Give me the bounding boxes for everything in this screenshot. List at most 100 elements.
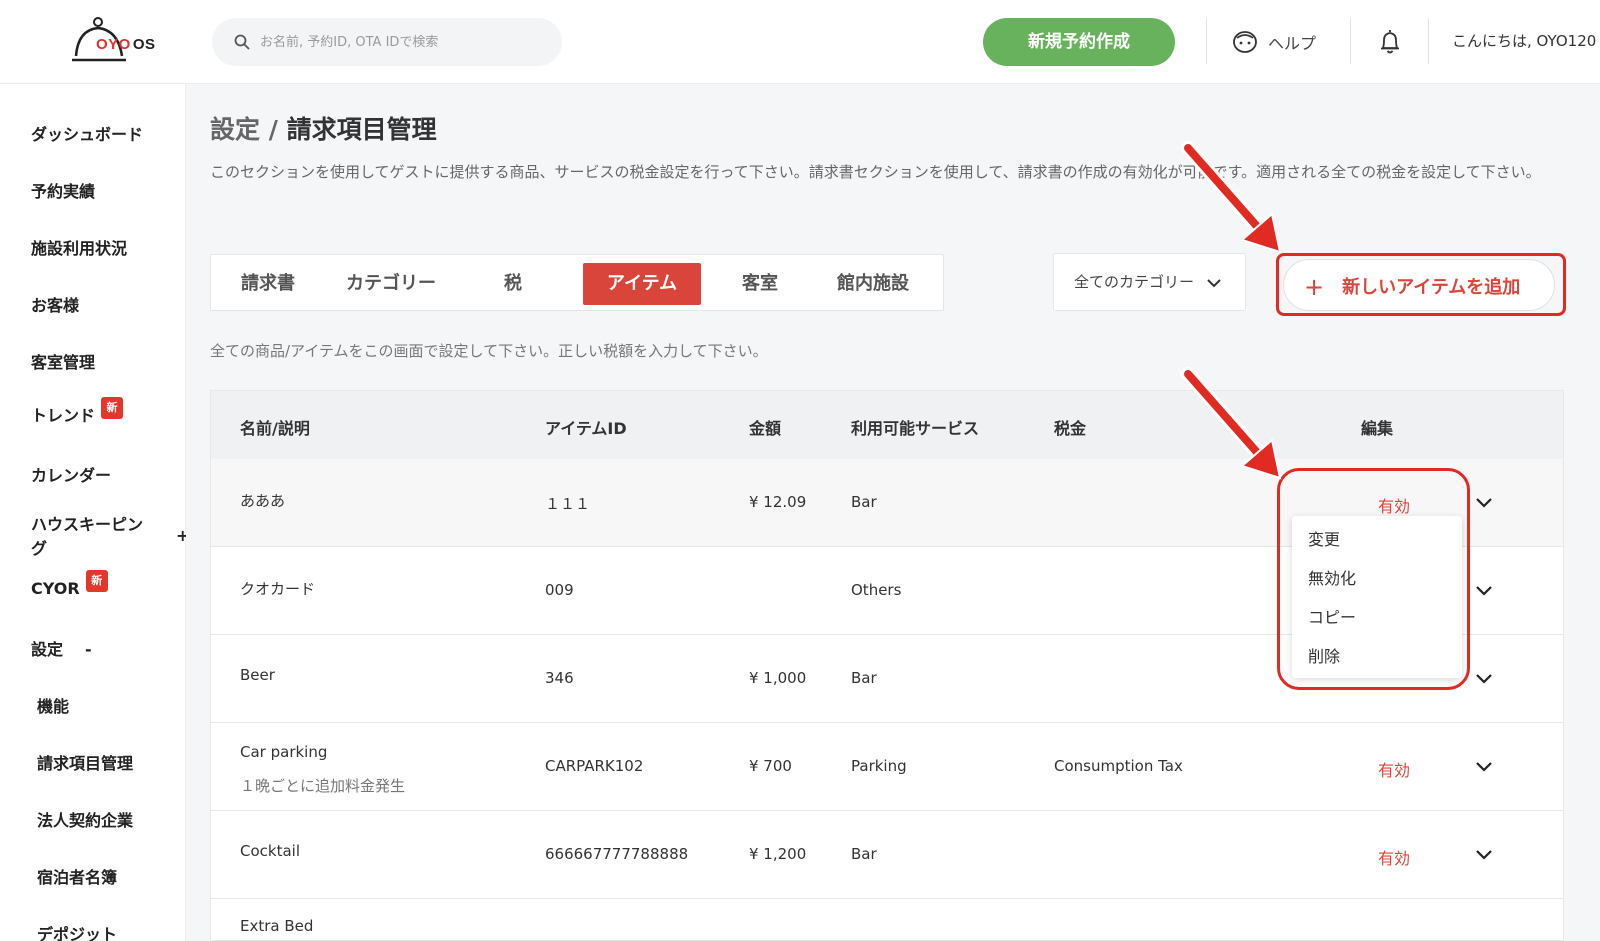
item-service: Others [851, 581, 902, 599]
item-service: Bar [851, 669, 877, 687]
chevron-down-icon[interactable] [1475, 585, 1493, 597]
page-title-text: 請求項目管理 [286, 115, 437, 144]
header-divider [1428, 18, 1429, 64]
chevron-down-icon[interactable] [1475, 849, 1493, 861]
tab-tax[interactable]: 税 [483, 263, 543, 305]
row-action-menu: 変更 無効化 コピー 削除 [1292, 516, 1462, 678]
sidebar-item-label: 予約実績 [31, 182, 96, 201]
new-reservation-button[interactable]: 新規予約作成 [983, 18, 1175, 66]
chevron-down-icon[interactable] [1475, 761, 1493, 773]
help-button[interactable]: ヘルプ [1232, 28, 1316, 56]
item-name: クオカード [240, 580, 316, 598]
add-item-button[interactable]: + 新しいアイテムを追加 [1283, 259, 1555, 311]
item-name: あああ [240, 492, 286, 510]
chevron-down-icon[interactable] [1475, 673, 1493, 685]
help-label: ヘルプ [1268, 34, 1317, 53]
column-header-service: 利用可能サービス [851, 419, 980, 438]
items-sub-description: 全ての商品/アイテムをこの画面で設定して下さい。正しい税額を入力して下さい。 [210, 342, 768, 360]
column-header-edit: 編集 [1361, 419, 1394, 438]
item-service: Parking [851, 757, 907, 775]
page-title: 設定 / 請求項目管理 [210, 110, 437, 146]
sidebar-item-dashboard[interactable]: ダッシュボード [31, 121, 143, 145]
logo-brand: OYO [96, 36, 131, 53]
category-filter-value: 全てのカテゴリー [1074, 273, 1195, 291]
sidebar-item-label: 施設利用状況 [31, 239, 128, 258]
sidebar-item-label: 機能 [37, 697, 70, 716]
sidebar-item-housekeeping-wrap[interactable]: グ [31, 535, 47, 559]
column-header-amount: 金額 [749, 419, 782, 438]
sidebar-item-label: 請求項目管理 [37, 754, 134, 773]
notification-bell-icon[interactable] [1378, 28, 1402, 56]
sidebar-item-booking-results[interactable]: 予約実績 [31, 178, 95, 202]
menu-item-disable[interactable]: 無効化 [1308, 565, 1356, 589]
breadcrumb-separator: / [260, 115, 287, 144]
item-amount: ¥ 1,000 [749, 669, 807, 687]
new-badge: 新 [85, 570, 108, 592]
plus-icon: + [1304, 273, 1325, 301]
sidebar-item-label: 客室管理 [31, 353, 96, 372]
sidebar-item-label: 設定 [31, 640, 64, 659]
item-service: Bar [851, 845, 877, 863]
sidebar-item-guest-register[interactable]: 宿泊者名簿 [37, 864, 117, 888]
item-name: Car parking [240, 743, 328, 761]
tab-invoice[interactable]: 請求書 [225, 263, 311, 305]
sidebar-item-label: 法人契約企業 [37, 811, 134, 830]
user-greeting[interactable]: こんにちは, OYO120 [1452, 30, 1596, 51]
menu-item-delete[interactable]: 削除 [1308, 643, 1340, 667]
status-badge: 有効 [1378, 849, 1411, 868]
sidebar-item-cyor[interactable]: CYOR 新 [31, 570, 108, 602]
breadcrumb-settings[interactable]: 設定 [210, 115, 260, 144]
sidebar-item-deposit[interactable]: デポジット [37, 921, 117, 941]
table-row[interactable]: Car parking １晩ごとに追加料金発生 CARPARK102 ¥ 700… [211, 723, 1563, 811]
sidebar-item-label: トレンド [31, 406, 96, 425]
header-divider [1206, 18, 1207, 64]
tab-rooms[interactable]: 客室 [717, 263, 803, 305]
sidebar-item-label: 宿泊者名簿 [37, 868, 118, 887]
search-input[interactable] [260, 18, 550, 66]
item-amount: ¥ 1,200 [749, 845, 807, 863]
sidebar-item-corporate-clients[interactable]: 法人契約企業 [37, 807, 133, 831]
sidebar-item-settings[interactable]: 設定 - [31, 636, 92, 660]
tab-category[interactable]: カテゴリー [331, 263, 451, 305]
sidebar-item-label: デポジット [37, 925, 118, 941]
sidebar-item-label: カレンダー [31, 466, 112, 485]
menu-item-copy[interactable]: コピー [1308, 604, 1356, 628]
sidebar-item-guests[interactable]: お客様 [31, 292, 79, 316]
tab-facilities[interactable]: 館内施設 [819, 263, 927, 305]
sidebar-item-features[interactable]: 機能 [37, 693, 69, 717]
sidebar-item-billing-items[interactable]: 請求項目管理 [37, 750, 133, 774]
logo-text: OYO OS [96, 36, 156, 53]
item-id: 346 [545, 669, 574, 687]
table-row[interactable]: Extra Bed [211, 899, 1563, 940]
table-row[interactable]: Cocktail 666667777788888 ¥ 1,200 Bar 有効 [211, 811, 1563, 899]
category-filter-select[interactable]: 全てのカテゴリー [1053, 253, 1246, 311]
help-face-icon [1233, 31, 1257, 53]
table-header: 名前/説明 アイテムID 金額 利用可能サービス 税金 編集 [211, 391, 1563, 459]
item-id: １１１ [545, 495, 591, 513]
status-badge: 有効 [1378, 497, 1411, 516]
item-name: Extra Bed [240, 917, 314, 935]
column-header-tax: 税金 [1054, 419, 1087, 438]
chevron-down-icon[interactable] [1475, 497, 1493, 509]
tab-items[interactable]: アイテム [583, 263, 701, 305]
settings-tabs: 請求書 カテゴリー 税 アイテム 客室 館内施設 [210, 254, 944, 311]
sidebar-item-occupancy[interactable]: 施設利用状況 [31, 235, 127, 259]
page-description: このセクションを使用してゲストに提供する商品、サービスの税金設定を行って下さい。… [210, 163, 1541, 181]
sidebar-item-room-management[interactable]: 客室管理 [31, 349, 95, 373]
sidebar-item-calendar[interactable]: カレンダー [31, 462, 111, 486]
item-service: Bar [851, 493, 877, 511]
sidebar-item-label: お客様 [31, 296, 80, 315]
item-name: Cocktail [240, 842, 300, 860]
column-header-item-id: アイテムID [545, 419, 627, 438]
item-amount: ¥ 12.09 [749, 493, 807, 511]
sidebar-item-trends[interactable]: トレンド新 [31, 397, 124, 429]
sidebar-item-label: グ [31, 539, 48, 558]
top-header: OYOOS 新規予約作成 ヘルプ こんにちは, OYO120 [0, 0, 1600, 84]
item-id: 666667777788888 [545, 845, 689, 863]
sidebar-item-housekeeping[interactable]: ハウスキーピン [31, 511, 143, 535]
sidebar-item-label: CYOR [31, 579, 80, 598]
settings-collapse-toggle[interactable]: - [85, 640, 92, 659]
menu-item-edit[interactable]: 変更 [1308, 526, 1340, 550]
search-bar[interactable] [212, 18, 562, 66]
item-id: CARPARK102 [545, 757, 644, 775]
